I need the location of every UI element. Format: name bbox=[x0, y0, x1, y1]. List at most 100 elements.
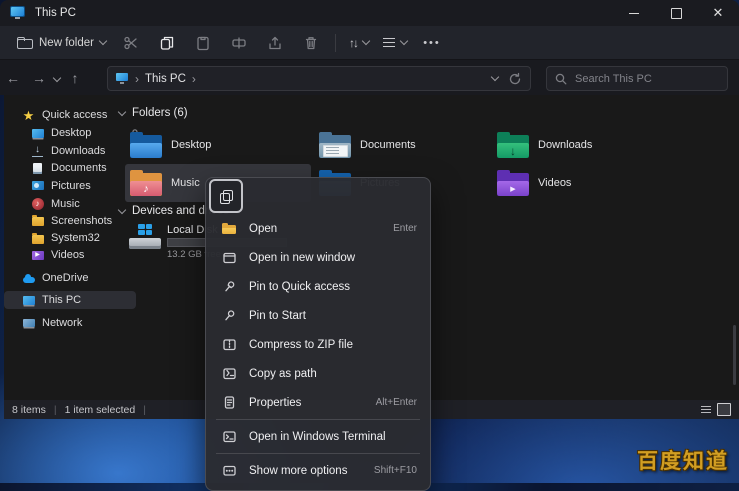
close-button[interactable]: ✕ bbox=[697, 0, 739, 26]
paste-icon bbox=[195, 35, 211, 51]
sort-button[interactable]: ↑↓ bbox=[342, 32, 376, 54]
new-folder-label: New folder bbox=[39, 37, 94, 49]
menu-item-open-windows-terminal[interactable]: Open in Windows Terminal bbox=[206, 422, 430, 451]
copy-icon bbox=[159, 35, 175, 51]
forward-button[interactable]: → bbox=[26, 70, 52, 86]
menu-item-compress-zip[interactable]: Compress to ZIP file bbox=[206, 330, 430, 359]
maximize-button[interactable] bbox=[655, 0, 697, 26]
address-bar[interactable]: › This PC › bbox=[107, 66, 531, 91]
minimize-icon bbox=[629, 13, 639, 14]
sort-icon: ↑↓ bbox=[349, 36, 357, 50]
new-folder-button[interactable]: New folder bbox=[10, 33, 113, 53]
shortcut-label: Alt+Enter bbox=[376, 397, 417, 408]
terminal-icon bbox=[221, 429, 237, 445]
minimize-button[interactable] bbox=[613, 0, 655, 26]
this-pc-icon bbox=[116, 73, 129, 84]
refresh-icon[interactable] bbox=[508, 72, 522, 86]
pin-icon bbox=[221, 308, 237, 324]
details-view-icon[interactable] bbox=[701, 406, 711, 414]
status-separator: | bbox=[54, 404, 57, 416]
desktop-folder-icon bbox=[130, 132, 162, 158]
command-bar: New folder ↑↓ ••• bbox=[0, 26, 739, 60]
new-window-icon bbox=[221, 250, 237, 266]
copy-button[interactable] bbox=[151, 31, 183, 55]
status-separator: | bbox=[143, 404, 146, 416]
maximize-icon bbox=[671, 8, 682, 19]
sidebar-item-this-pc[interactable]: This PC bbox=[4, 291, 136, 309]
sidebar-item-downloads[interactable]: ↓ Downloads bbox=[4, 142, 145, 160]
history-chevron-icon[interactable] bbox=[53, 73, 61, 81]
vertical-scrollbar[interactable] bbox=[733, 325, 736, 385]
rename-button[interactable] bbox=[223, 31, 255, 55]
view-icon bbox=[383, 38, 395, 47]
music-folder-icon: ♪ bbox=[130, 170, 162, 196]
paste-button[interactable] bbox=[187, 31, 219, 55]
up-button[interactable]: ↑ bbox=[62, 70, 88, 86]
large-icons-view-icon[interactable] bbox=[717, 403, 731, 416]
view-button[interactable] bbox=[376, 34, 414, 51]
menu-item-properties[interactable]: Properties Alt+Enter bbox=[206, 388, 430, 417]
sidebar-item-videos[interactable]: ▶ Videos bbox=[4, 246, 145, 264]
back-button[interactable]: ← bbox=[0, 70, 26, 86]
menu-item-pin-quick-access[interactable]: Pin to Quick access bbox=[206, 272, 430, 301]
menu-item-pin-start[interactable]: Pin to Start bbox=[206, 301, 430, 330]
folder-tile-downloads[interactable]: ↓ Downloads bbox=[492, 126, 678, 164]
network-icon bbox=[22, 317, 35, 330]
search-box[interactable]: Search This PC bbox=[546, 66, 728, 91]
copy-icon bbox=[220, 190, 232, 203]
toolbar-separator bbox=[335, 34, 336, 52]
sidebar-item-network[interactable]: Network bbox=[4, 314, 136, 332]
video-icon: ▶ bbox=[31, 249, 44, 262]
breadcrumb-this-pc[interactable]: This PC bbox=[145, 73, 186, 85]
search-placeholder: Search This PC bbox=[575, 73, 652, 85]
downloads-folder-icon: ↓ bbox=[497, 132, 529, 158]
address-dropdown-icon[interactable] bbox=[491, 73, 499, 81]
cut-icon bbox=[123, 35, 139, 51]
folder-tile-desktop[interactable]: Desktop bbox=[125, 126, 311, 164]
sidebar-item-onedrive[interactable]: OneDrive bbox=[4, 269, 136, 287]
rename-icon bbox=[231, 35, 247, 51]
menu-item-open[interactable]: Open Enter bbox=[206, 214, 430, 243]
collapse-chevron-icon bbox=[118, 206, 126, 214]
folder-tile-documents[interactable]: Documents bbox=[314, 126, 500, 164]
sidebar-item-pictures[interactable]: Pictures bbox=[4, 177, 145, 195]
document-icon bbox=[31, 162, 44, 175]
zip-icon bbox=[221, 337, 237, 353]
onedrive-cloud-icon bbox=[22, 272, 35, 285]
menu-item-open-new-window[interactable]: Open in new window bbox=[206, 243, 430, 272]
share-button[interactable] bbox=[259, 31, 291, 55]
window-title: This PC bbox=[35, 7, 76, 19]
sidebar-item-desktop[interactable]: Desktop bbox=[4, 124, 145, 142]
properties-icon bbox=[221, 395, 237, 411]
documents-folder-icon bbox=[319, 132, 351, 158]
selected-count: 1 item selected bbox=[65, 404, 136, 416]
breadcrumb-separator: › bbox=[135, 72, 139, 86]
this-pc-icon bbox=[22, 294, 35, 307]
ellipsis-icon: ••• bbox=[423, 37, 441, 49]
folder-icon bbox=[31, 214, 44, 227]
star-icon: ★ bbox=[22, 109, 35, 122]
sidebar-item-quick-access[interactable]: ★ Quick access bbox=[4, 106, 136, 124]
sidebar-item-system32[interactable]: System32 bbox=[4, 229, 145, 247]
items-count: 8 items bbox=[12, 404, 46, 416]
sidebar-item-documents[interactable]: Documents bbox=[4, 159, 145, 177]
more-options-button[interactable]: ••• bbox=[416, 31, 448, 55]
more-options-icon bbox=[221, 463, 237, 479]
navigation-bar: ← → ↑ › This PC › Search This PC bbox=[0, 60, 739, 95]
folders-section-header[interactable]: Folders (6) bbox=[119, 107, 188, 119]
breadcrumb-separator: › bbox=[192, 72, 196, 86]
context-menu: Open Enter Open in new window Pin to Qui… bbox=[205, 177, 431, 491]
menu-item-copy-as-path[interactable]: Copy as path bbox=[206, 359, 430, 388]
folder-tile-videos[interactable]: ▶ Videos bbox=[492, 164, 678, 202]
chevron-down-icon bbox=[99, 37, 107, 45]
picture-icon bbox=[31, 179, 44, 192]
menu-item-show-more-options[interactable]: Show more options Shift+F10 bbox=[206, 456, 430, 485]
collapse-chevron-icon bbox=[118, 108, 126, 116]
menu-separator bbox=[216, 419, 420, 420]
copy-path-icon bbox=[221, 366, 237, 382]
quick-copy-button[interactable] bbox=[209, 179, 243, 213]
share-icon bbox=[267, 35, 283, 51]
delete-button[interactable] bbox=[295, 31, 327, 55]
cut-button[interactable] bbox=[115, 31, 147, 55]
close-icon: ✕ bbox=[713, 5, 724, 21]
